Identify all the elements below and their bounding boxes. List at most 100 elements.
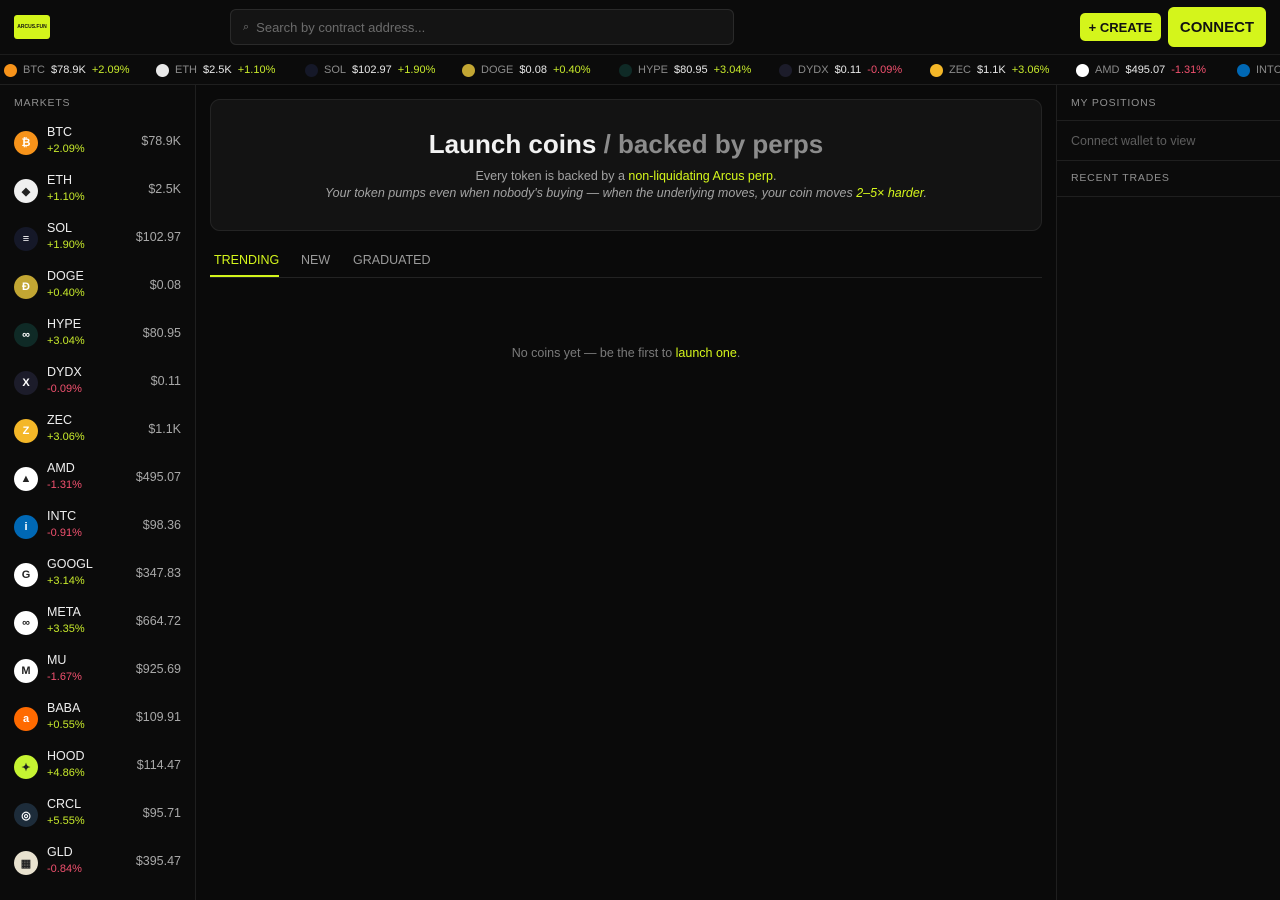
connect-button[interactable]: CONNECT	[1168, 7, 1266, 47]
market-change: +0.40%	[47, 287, 85, 299]
market-row-amd[interactable]: ▲ AMD -1.31% $495.07	[0, 455, 195, 503]
market-row-btc[interactable]: ₿ BTC +2.09% $78.9K	[0, 119, 195, 167]
ticker-price: $80.95	[673, 64, 708, 76]
market-symbol: META	[47, 605, 81, 619]
market-row-gld[interactable]: ▦ GLD -0.84% $395.47	[0, 839, 195, 887]
market-row-sol[interactable]: ≡ SOL +1.90% $102.97	[0, 215, 195, 263]
market-row-googl[interactable]: G GOOGL +3.14% $347.83	[0, 551, 195, 599]
ticker-symbol: SOL	[324, 64, 347, 76]
launch-one-link[interactable]: launch one	[676, 346, 737, 360]
bitcoin-icon	[4, 63, 17, 77]
ticker-change: -1.31%	[1171, 64, 1207, 76]
ticker-item-intc[interactable]: INTC$98.36-0.91%	[1237, 55, 1280, 84]
positions-header: MY POSITIONS	[1057, 85, 1280, 121]
ticker-item-sol[interactable]: SOL $102.97 +1.90%	[305, 55, 436, 84]
market-change: +1.90%	[47, 239, 85, 251]
hero-title-main: Launch coins	[428, 129, 597, 159]
market-symbol: AMD	[47, 461, 75, 475]
market-row-zec[interactable]: Z ZEC +3.06% $1.1K	[0, 407, 195, 455]
hero-line2-prefix: Your token pumps even when nobody's buyi…	[325, 186, 857, 200]
positions-body: Connect wallet to view	[1057, 121, 1280, 161]
search-input[interactable]	[256, 19, 697, 35]
ticker-price: $1.1K	[977, 64, 1006, 76]
ticker-change: +1.90%	[397, 64, 436, 76]
intel-icon: i	[14, 515, 38, 539]
markets-sidebar: MARKETS ₿ BTC +2.09% $78.9K ◆ ETH +1.10% $2.5K ≡…	[0, 85, 196, 900]
market-row-eth[interactable]: ◆ ETH +1.10% $2.5K	[0, 167, 195, 215]
market-price: $0.11	[150, 374, 181, 388]
ticker-item-doge[interactable]: DOGE $0.08 +0.40%	[462, 55, 591, 84]
circle-icon: ◎	[14, 803, 38, 827]
market-symbol: CRCL	[47, 797, 82, 811]
positions-title: MY POSITIONS	[1071, 97, 1157, 109]
market-symbol: BTC	[47, 125, 72, 139]
tab-graduated[interactable]: GRADUATED	[353, 253, 431, 267]
create-button[interactable]: + CREATE	[1080, 13, 1161, 41]
market-symbol: DYDX	[47, 365, 82, 379]
hyperliquid-icon	[619, 63, 632, 77]
tab-trending[interactable]: TRENDING	[214, 253, 279, 267]
markets-title: MARKETS	[14, 97, 71, 109]
market-row-baba[interactable]: a BABA +0.55% $109.91	[0, 695, 195, 743]
trades-header: RECENT TRADES	[1057, 161, 1280, 197]
market-row-mu[interactable]: M MU -1.67% $925.69	[0, 647, 195, 695]
arcus-perp-link[interactable]: non-liquidating Arcus perp	[628, 169, 773, 183]
ticker-change: +3.04%	[713, 64, 752, 76]
market-row-doge[interactable]: Ð DOGE +0.40% $0.08	[0, 263, 195, 311]
ticker-item-eth[interactable]: ETH $2.5K +1.10%	[156, 55, 275, 84]
solana-icon	[305, 63, 318, 77]
gold-icon: ▦	[14, 851, 38, 875]
google-icon: G	[14, 563, 38, 587]
ticker-price: $78.9K	[51, 64, 86, 76]
market-row-intc[interactable]: i INTC -0.91% $98.36	[0, 503, 195, 551]
market-price: $495.07	[135, 470, 181, 484]
market-price: $102.97	[135, 230, 181, 244]
hero-title-sub: / backed by perps	[596, 129, 824, 159]
zcash-icon	[930, 63, 943, 77]
top-bar: ARCUS.FUN ⌕ + CREATE CONNECT	[0, 0, 1280, 55]
price-ticker: BTC $78.9K +2.09% ETH $2.5K +1.10% SOL $102.97 +…	[0, 55, 1280, 85]
solana-icon: ≡	[14, 227, 38, 251]
bitcoin-icon: ₿	[14, 131, 38, 155]
market-change: +2.09%	[47, 143, 85, 155]
ticker-symbol: AMD	[1095, 64, 1120, 76]
dogecoin-icon: Ð	[14, 275, 38, 299]
ticker-change: +3.06%	[1011, 64, 1050, 76]
market-change: -0.84%	[47, 863, 82, 875]
ticker-price: $0.08	[519, 64, 547, 76]
dogecoin-icon	[462, 63, 475, 77]
market-row-dydx[interactable]: X DYDX -0.09% $0.11	[0, 359, 195, 407]
market-change: +3.06%	[47, 431, 85, 443]
market-price: $80.95	[142, 326, 181, 340]
tab-new[interactable]: NEW	[301, 253, 330, 267]
ticker-item-amd[interactable]: AMD $495.07 -1.31%	[1076, 55, 1207, 84]
market-symbol: ZEC	[47, 413, 72, 427]
market-price: $395.47	[135, 854, 181, 868]
market-row-meta[interactable]: ∞ META +3.35% $664.72	[0, 599, 195, 647]
market-row-hood[interactable]: ✦ HOOD +4.86% $114.47	[0, 743, 195, 791]
market-price: $664.72	[135, 614, 181, 628]
market-price: $98.36	[142, 518, 181, 532]
active-tab-indicator	[210, 275, 279, 277]
zcash-icon: Z	[14, 419, 38, 443]
market-change: -0.91%	[47, 527, 82, 539]
ticker-item-btc[interactable]: BTC $78.9K +2.09%	[4, 55, 130, 84]
market-change: -0.09%	[47, 383, 82, 395]
ticker-symbol: ETH	[175, 64, 197, 76]
amd-icon	[1076, 63, 1089, 77]
alibaba-icon: a	[14, 707, 38, 731]
search-box[interactable]: ⌕	[230, 9, 734, 45]
market-price: $95.71	[142, 806, 181, 820]
market-price: $109.91	[135, 710, 181, 724]
ticker-item-hype[interactable]: HYPE $80.95 +3.04%	[619, 55, 752, 84]
market-row-hype[interactable]: ∞ HYPE +3.04% $80.95	[0, 311, 195, 359]
hero-tagline: Your token pumps even when nobody's buyi…	[211, 186, 1041, 200]
app-logo[interactable]: ARCUS.FUN	[14, 15, 50, 39]
ticker-item-zec[interactable]: ZEC $1.1K +3.06%	[930, 55, 1050, 84]
ticker-item-dydx[interactable]: DYDX $0.11 -0.09%	[779, 55, 902, 84]
market-price: $114.47	[136, 758, 181, 772]
ticker-symbol: DYDX	[798, 64, 829, 76]
robinhood-icon: ✦	[14, 755, 38, 779]
ticker-price: $102.97	[352, 64, 392, 76]
market-row-crcl[interactable]: ◎ CRCL +5.55% $95.71	[0, 791, 195, 839]
